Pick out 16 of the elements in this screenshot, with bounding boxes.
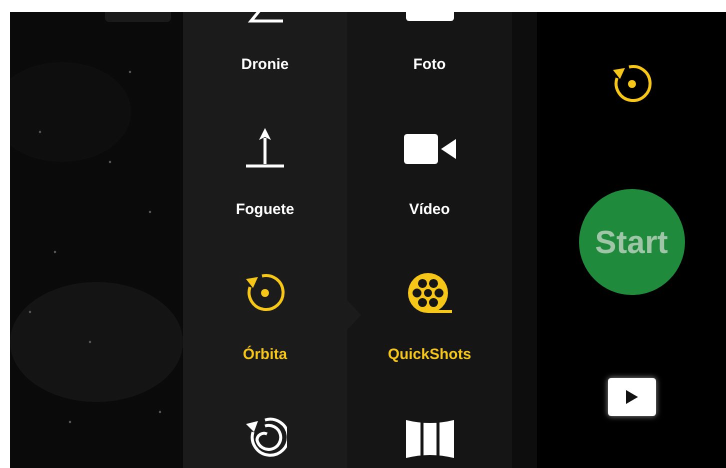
arrow-up-icon [243, 126, 287, 170]
mode-label: QuickShots [388, 345, 472, 365]
mode-label: Vídeo [409, 200, 450, 220]
play-icon [624, 389, 638, 405]
film-reel-icon [406, 271, 454, 315]
mode-option[interactable]: QuickShots [347, 246, 512, 391]
mode-label: Órbita [242, 345, 288, 365]
mode-option[interactable]: Foto [347, 12, 512, 101]
mode-label: Dronie [241, 55, 289, 75]
mode-option[interactable]: Dronie [183, 12, 347, 101]
mode-option[interactable]: Órbita [183, 246, 347, 391]
mode-option[interactable]: Foguete [183, 101, 347, 246]
mode-option[interactable]: Vídeo [347, 101, 512, 246]
play-button[interactable] [608, 378, 656, 416]
mode-label: Foto [413, 55, 446, 75]
mode-label: Foguete [236, 200, 294, 220]
